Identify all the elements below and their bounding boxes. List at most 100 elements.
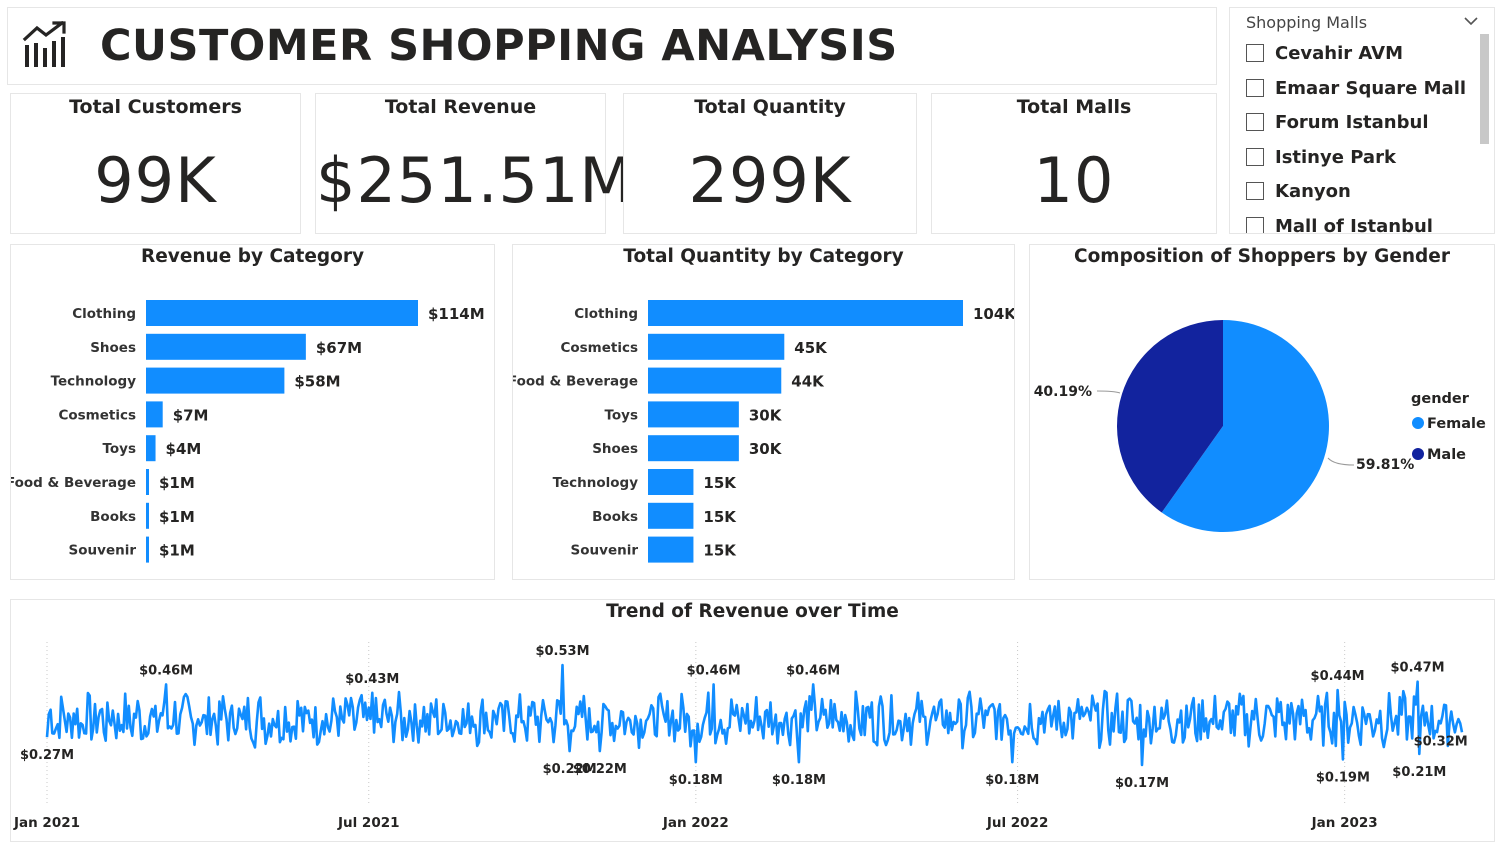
slicer-item-mall-of-istanbul[interactable]: Mall of Istanbul bbox=[1246, 213, 1433, 234]
revenue-by-category-chart[interactable]: Revenue by Category Clothing $114M Shoes $6… bbox=[10, 244, 495, 580]
bar bbox=[648, 502, 694, 529]
data-label: $1M bbox=[159, 542, 195, 560]
category-label: Technology bbox=[553, 475, 639, 491]
slice-label: 59.81% bbox=[1356, 457, 1414, 473]
bar bbox=[146, 367, 285, 394]
data-label: 30K bbox=[749, 440, 783, 458]
checkbox[interactable] bbox=[1246, 44, 1264, 62]
x-tick-label: Jan 2023 bbox=[1311, 815, 1378, 831]
data-label: 104K bbox=[973, 305, 1014, 323]
data-label: 15K bbox=[703, 508, 737, 526]
data-label: $1M bbox=[159, 474, 195, 492]
data-label: $0.46M bbox=[139, 663, 193, 678]
mall-slicer[interactable]: Shopping Malls Cevahir AVM Emaar Square … bbox=[1229, 7, 1495, 234]
legend-marker bbox=[1412, 448, 1424, 460]
slicer-item-label: Istinye Park bbox=[1275, 146, 1396, 168]
data-label: 45K bbox=[794, 339, 828, 357]
data-label: $4M bbox=[166, 440, 202, 458]
x-tick-label: Jul 2021 bbox=[337, 815, 400, 831]
kpi-label: Total Malls bbox=[1016, 96, 1132, 118]
bar bbox=[146, 435, 156, 462]
data-label: $0.32M bbox=[1414, 734, 1468, 749]
slicer-title: Shopping Malls bbox=[1246, 13, 1368, 32]
category-label: Clothing bbox=[72, 306, 136, 322]
bar bbox=[146, 469, 149, 495]
page-title: CUSTOMER SHOPPING ANALYSIS bbox=[100, 21, 898, 71]
kpi-value: 10 bbox=[1033, 144, 1115, 217]
kpi-value: $251.51M bbox=[316, 144, 634, 217]
revenue-trend-chart[interactable]: Trend of Revenue over Time Jan 2021 Jul 2… bbox=[10, 599, 1495, 842]
legend-marker bbox=[1412, 417, 1424, 429]
category-label: Technology bbox=[51, 374, 137, 390]
gender-pie-chart[interactable]: Composition of Shoppers by Gender 59.81%… bbox=[1029, 244, 1495, 580]
bar bbox=[648, 435, 739, 462]
data-label: $0.27M bbox=[20, 748, 74, 763]
data-label: $0.46M bbox=[687, 663, 741, 678]
bar bbox=[146, 502, 149, 529]
category-label: Books bbox=[592, 509, 638, 525]
slicer-item-emaar[interactable]: Emaar Square Mall bbox=[1246, 75, 1466, 101]
slicer-item-kanyon[interactable]: Kanyon bbox=[1246, 178, 1351, 204]
bar bbox=[146, 300, 418, 326]
category-label: Clothing bbox=[574, 306, 638, 322]
kpi-value: 299K bbox=[688, 144, 852, 217]
bar bbox=[648, 401, 739, 428]
scrollbar[interactable] bbox=[1480, 34, 1489, 144]
category-label: Toys bbox=[102, 441, 136, 457]
kpi-card-quantity[interactable]: Total Quantity 299K bbox=[623, 93, 917, 234]
data-label: $0.53M bbox=[535, 644, 589, 659]
quantity-by-category-chart[interactable]: Total Quantity by Category Clothing 104K C… bbox=[512, 244, 1015, 580]
slicer-item-label: Forum Istanbul bbox=[1275, 111, 1429, 133]
data-label: $58M bbox=[294, 373, 340, 391]
bar bbox=[146, 333, 306, 360]
data-label: $0.18M bbox=[985, 773, 1039, 788]
data-label: 15K bbox=[703, 542, 737, 560]
data-label: $0.43M bbox=[345, 672, 399, 687]
category-label: Food & Beverage bbox=[11, 475, 136, 491]
slicer-item-label: Mall of Istanbul bbox=[1275, 215, 1433, 234]
data-label: 15K bbox=[703, 474, 737, 492]
data-label: $0.44M bbox=[1311, 669, 1365, 684]
data-label: $0.21M bbox=[1392, 765, 1446, 780]
data-label: $0.19M bbox=[1316, 770, 1370, 785]
kpi-label: Total Quantity bbox=[694, 96, 846, 118]
slicer-item-cevahir[interactable]: Cevahir AVM bbox=[1246, 40, 1403, 66]
checkbox[interactable] bbox=[1246, 79, 1264, 97]
data-label: $7M bbox=[173, 406, 209, 424]
data-label: $0.18M bbox=[669, 773, 723, 788]
x-tick-label: Jan 2022 bbox=[662, 815, 729, 831]
kpi-label: Total Revenue bbox=[384, 96, 537, 118]
category-label: Shoes bbox=[90, 340, 136, 356]
bar bbox=[146, 536, 149, 563]
checkbox[interactable] bbox=[1246, 182, 1264, 200]
data-label: 44K bbox=[791, 373, 825, 391]
checkbox[interactable] bbox=[1246, 113, 1264, 131]
slicer-item-istinye[interactable]: Istinye Park bbox=[1246, 144, 1396, 170]
leader-line bbox=[1096, 390, 1121, 394]
legend-label: Female bbox=[1427, 416, 1486, 432]
kpi-card-customers[interactable]: Total Customers 99K bbox=[10, 93, 301, 234]
checkbox[interactable] bbox=[1246, 148, 1264, 166]
chevron-down-icon[interactable] bbox=[1464, 14, 1478, 28]
slicer-item-forum[interactable]: Forum Istanbul bbox=[1246, 109, 1429, 135]
category-label: Shoes bbox=[592, 441, 638, 457]
kpi-card-malls[interactable]: Total Malls 10 bbox=[931, 93, 1217, 234]
kpi-label: Total Customers bbox=[69, 96, 242, 118]
category-label: Souvenir bbox=[69, 543, 137, 559]
bar bbox=[146, 401, 163, 428]
data-label: $0.22M bbox=[573, 762, 627, 777]
bar bbox=[648, 367, 782, 394]
bar-chart-svg: Clothing $114M Shoes $67M Technology $58M Cosm… bbox=[11, 300, 485, 563]
data-label: $67M bbox=[316, 339, 362, 357]
slicer-item-label: Kanyon bbox=[1275, 180, 1351, 202]
bar bbox=[648, 300, 963, 326]
category-label: Toys bbox=[604, 407, 638, 423]
trending-chart-icon bbox=[22, 21, 66, 67]
bar-chart-svg: Clothing 104K Cosmetics 45K Food & Beverage 4… bbox=[513, 300, 1014, 563]
data-label: $0.47M bbox=[1391, 661, 1445, 676]
slice-label: 40.19% bbox=[1034, 384, 1092, 400]
data-label: $0.18M bbox=[772, 773, 826, 788]
checkbox[interactable] bbox=[1246, 217, 1264, 233]
kpi-card-revenue[interactable]: Total Revenue $251.51M bbox=[315, 93, 634, 234]
legend-label: Male bbox=[1427, 447, 1466, 463]
